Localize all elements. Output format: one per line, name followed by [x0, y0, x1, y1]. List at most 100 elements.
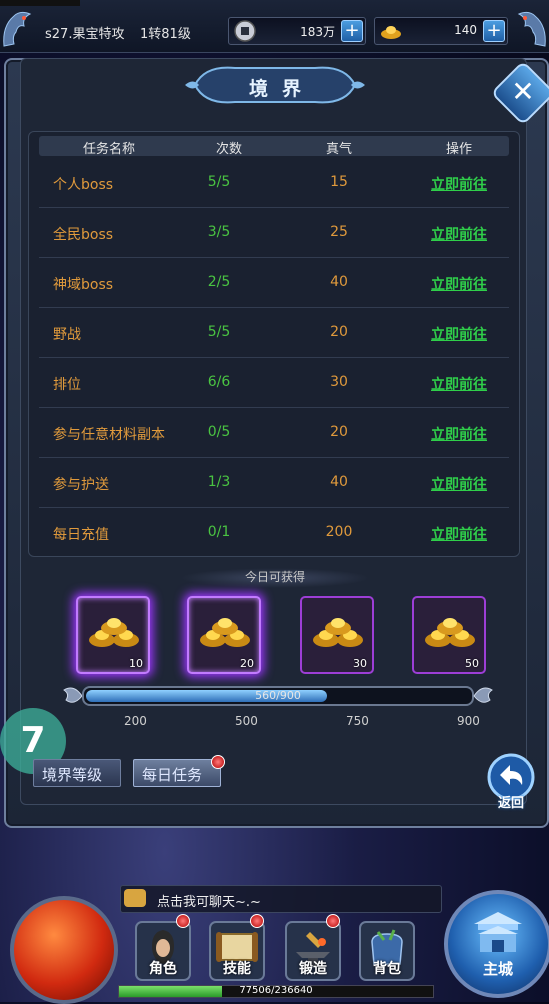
tab-daily-task[interactable]: 每日任务 [133, 759, 221, 787]
task-name: 全民boss [53, 227, 114, 243]
dragon-ornament-icon [3, 11, 32, 47]
player-level: 1转81级 [140, 27, 191, 42]
task-table: 任务名称 次数 真气 操作 个人boss 5/5 15 立即前往 全民boss … [28, 131, 520, 557]
reward-chest[interactable]: 20 [187, 596, 261, 674]
task-qi: 20 [330, 424, 348, 440]
table-row: 排位 6/6 30 立即前往 [39, 359, 509, 408]
gold-ingot-icon [89, 618, 139, 647]
go-now-link[interactable]: 立即前往 [424, 374, 494, 394]
task-name: 个人boss [53, 177, 114, 193]
go-now-link[interactable]: 立即前往 [424, 324, 494, 344]
chest-amount: 20 [240, 657, 254, 670]
task-name: 野战 [53, 327, 81, 343]
xp-bar: 77506/236640 [118, 985, 434, 998]
gold-ingot-icon [425, 618, 475, 647]
reward-chest[interactable]: 50 [412, 596, 486, 674]
go-now-link[interactable]: 立即前往 [424, 224, 494, 244]
table-row: 野战 5/5 20 立即前往 [39, 309, 509, 358]
go-now-link[interactable]: 立即前往 [424, 274, 494, 294]
task-count: 0/1 [207, 524, 231, 540]
milestone-label: 200 [124, 714, 147, 728]
task-qi: 30 [330, 374, 348, 390]
add-gold-button[interactable]: + [483, 20, 505, 42]
table-row: 个人boss 5/5 15 立即前往 [39, 159, 509, 208]
task-name: 参与护送 [53, 477, 109, 493]
today-earn-label: 今日可获得 [180, 568, 370, 588]
task-name: 神域boss [53, 277, 114, 293]
gold-counter: 140 + [374, 17, 508, 45]
back-button[interactable]: 返回 [482, 792, 540, 811]
gold-value: 140 [454, 23, 477, 37]
notification-dot [211, 755, 225, 769]
header-action: 操作 [445, 142, 472, 157]
add-coins-button[interactable]: + [341, 20, 363, 42]
xp-text: 77506/236640 [239, 985, 313, 996]
top-bar: s27.果宝特攻 1转81级 183万 + 140 + [0, 0, 549, 53]
character-button[interactable]: 角色 [134, 958, 192, 978]
task-count: 5/5 [207, 324, 231, 340]
coin-counter: 183万 + [228, 17, 366, 45]
reward-chest[interactable]: 10 [76, 596, 150, 674]
go-now-link[interactable]: 立即前往 [424, 174, 494, 194]
task-qi: 25 [330, 224, 348, 240]
table-row: 参与护送 1/3 40 立即前往 [39, 459, 509, 508]
attack-orb[interactable] [10, 896, 118, 1004]
bar-ornament-left-icon [63, 687, 83, 703]
chest-amount: 30 [353, 657, 367, 670]
milestone-label: 900 [457, 714, 480, 728]
chat-bubble-icon [124, 889, 146, 907]
reward-chest[interactable]: 30 [300, 596, 374, 674]
table-row: 神域boss 2/5 40 立即前往 [39, 259, 509, 308]
task-count: 6/6 [207, 374, 231, 390]
notification-dot [326, 914, 340, 928]
chat-prompt: 点击我可聊天~.~ [157, 895, 261, 910]
go-now-link[interactable]: 立即前往 [424, 524, 494, 544]
task-qi: 20 [330, 324, 348, 340]
task-count: 1/3 [207, 474, 231, 490]
backpack-button[interactable]: 背包 [358, 958, 416, 978]
coin-icon [234, 20, 256, 42]
notification-dot [176, 914, 190, 928]
task-qi: 40 [330, 274, 348, 290]
task-count: 0/5 [207, 424, 231, 440]
chest-amount: 10 [129, 657, 143, 670]
dragon-ornament-icon [517, 11, 546, 47]
task-qi: 40 [330, 474, 348, 490]
chest-amount: 50 [465, 657, 479, 670]
task-name: 排位 [53, 377, 81, 393]
table-row: 每日充值 0/1 200 立即前往 [39, 509, 509, 557]
notification-dot [250, 914, 264, 928]
go-now-link[interactable]: 立即前往 [424, 424, 494, 444]
table-header: 任务名称 次数 真气 操作 [39, 136, 509, 157]
main-city-orb[interactable] [444, 890, 549, 998]
task-count: 2/5 [207, 274, 231, 290]
task-name: 每日充值 [53, 527, 109, 543]
panel-title: 境界 [248, 78, 315, 100]
server-name: s27.果宝特攻 [45, 27, 125, 42]
header-qi: 真气 [325, 142, 352, 157]
table-row: 参与任意材料副本 0/5 20 立即前往 [39, 409, 509, 458]
title-plate-text-wrap: 境界 [185, 60, 365, 110]
skill-button[interactable]: 技能 [208, 958, 266, 978]
milestone-label: 500 [235, 714, 258, 728]
task-qi: 200 [325, 524, 353, 540]
forge-button[interactable]: 锻造 [284, 958, 342, 978]
task-qi: 15 [330, 174, 348, 190]
table-row: 全民boss 3/5 25 立即前往 [39, 209, 509, 258]
task-count: 3/5 [207, 224, 231, 240]
header-task-name: 任务名称 [82, 142, 135, 157]
realm-progress: 560/900 [60, 682, 500, 710]
gold-ingot-icon [313, 618, 363, 647]
close-icon[interactable]: ✕ [500, 70, 546, 116]
progress-text: 560/900 [255, 689, 301, 702]
task-count: 5/5 [207, 174, 231, 190]
milestone-label: 750 [346, 714, 369, 728]
tab-realm-level[interactable]: 境界等级 [33, 759, 121, 787]
bar-ornament-right-icon [473, 687, 493, 703]
city-gate-icon [474, 912, 522, 952]
go-now-link[interactable]: 立即前往 [424, 474, 494, 494]
progress-track: 560/900 [82, 686, 474, 706]
main-city-button[interactable]: 主城 [444, 958, 549, 979]
chat-bar[interactable]: 点击我可聊天~.~ [120, 885, 442, 913]
header-count: 次数 [215, 142, 242, 157]
